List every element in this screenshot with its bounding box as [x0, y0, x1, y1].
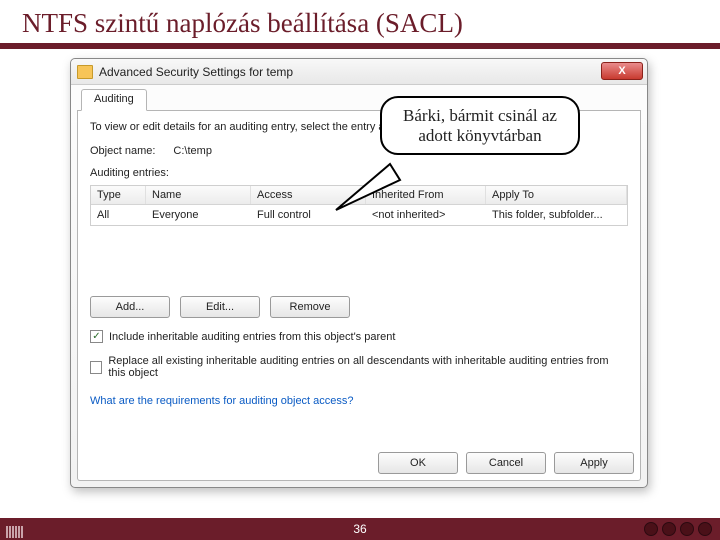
badge-icon	[662, 522, 676, 536]
entry-buttons: Add... Edit... Remove	[90, 296, 628, 318]
dialog-buttons: OK Cancel Apply	[378, 452, 634, 474]
col-apply[interactable]: Apply To	[486, 186, 627, 204]
replace-inheritable-label: Replace all existing inheritable auditin…	[108, 355, 628, 379]
close-icon: X	[618, 65, 625, 77]
replace-inheritable-checkbox[interactable]	[90, 361, 102, 374]
cell-name: Everyone	[146, 207, 251, 223]
slide-footer: 36	[0, 518, 720, 540]
badge-icon	[644, 522, 658, 536]
help-link[interactable]: What are the requirements for auditing o…	[90, 395, 354, 407]
folder-icon	[77, 65, 93, 79]
badge-icon	[698, 522, 712, 536]
object-name-value: C:\temp	[173, 145, 212, 157]
callout-tail-icon	[328, 158, 408, 218]
remove-button[interactable]: Remove	[270, 296, 350, 318]
cancel-button[interactable]: Cancel	[466, 452, 546, 474]
col-type[interactable]: Type	[91, 186, 146, 204]
titlebar[interactable]: Advanced Security Settings for temp X	[71, 59, 647, 85]
col-name[interactable]: Name	[146, 186, 251, 204]
close-button[interactable]: X	[601, 62, 643, 80]
apply-button[interactable]: Apply	[554, 452, 634, 474]
callout-bubble: Bárki, bármit csinál az adott könyvtárba…	[380, 96, 580, 155]
add-button[interactable]: Add...	[90, 296, 170, 318]
cell-apply: This folder, subfolder...	[486, 207, 627, 223]
footer-badges	[644, 522, 712, 536]
callout: Bárki, bármit csinál az adott könyvtárba…	[380, 96, 580, 155]
include-inheritable-row: ✓ Include inheritable auditing entries f…	[90, 330, 628, 343]
include-inheritable-label: Include inheritable auditing entries fro…	[109, 331, 395, 343]
include-inheritable-checkbox[interactable]: ✓	[90, 330, 103, 343]
footer-logo-icon	[6, 526, 23, 538]
slide-title: NTFS szintű naplózás beállítása (SACL)	[0, 0, 720, 43]
dialog-title: Advanced Security Settings for temp	[99, 65, 293, 79]
object-name-label: Object name:	[90, 145, 155, 157]
ok-button[interactable]: OK	[378, 452, 458, 474]
cell-type: All	[91, 207, 146, 223]
edit-button[interactable]: Edit...	[180, 296, 260, 318]
title-underline	[0, 43, 720, 49]
page-number: 36	[353, 522, 366, 536]
replace-inheritable-row: Replace all existing inheritable auditin…	[90, 355, 628, 379]
badge-icon	[680, 522, 694, 536]
tab-auditing[interactable]: Auditing	[81, 89, 147, 111]
